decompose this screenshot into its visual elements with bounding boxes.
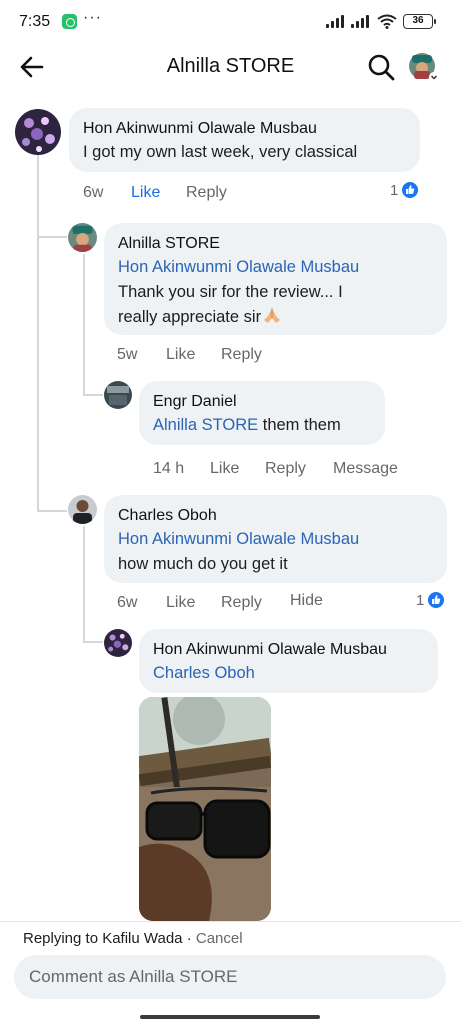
like-reaction-icon [427,591,445,609]
reply-button[interactable]: Reply [221,346,262,364]
whatsapp-icon [62,14,77,29]
thread-line-branch [37,510,67,512]
avatar[interactable] [104,629,132,657]
avatar[interactable] [68,223,97,252]
cancel-reply-button[interactable]: Cancel [196,930,243,947]
thread-line [83,254,85,394]
wifi-icon [377,14,397,29]
profile-avatar-button[interactable] [408,51,440,83]
thread-line-branch [37,236,67,238]
thread-line-branch [83,394,103,396]
comment-time: 6w [83,184,104,201]
home-indicator[interactable] [140,1015,320,1019]
mention-link[interactable]: Hon Akinwunmi Olawale Musbau [118,527,433,552]
comment-input[interactable] [14,955,446,999]
like-button[interactable]: Like [131,184,160,202]
reply-button[interactable]: Reply [221,594,262,612]
signal-icon-2 [351,14,373,28]
comment-text-line2: really appreciate sir [118,305,433,330]
comment-actions: 6w Like Reply Hide [117,592,417,616]
comment-text: how much do you get it [118,555,288,573]
top-app-bar: Alnilla STORE [0,44,461,90]
status-time: 7:35 [19,13,51,30]
mention-link[interactable]: Hon Akinwunmi Olawale Musbau [118,255,433,280]
reaction-count[interactable]: 1 [390,181,422,202]
like-button[interactable]: Like [166,594,195,612]
thread-line [83,526,85,641]
status-more-indicator: ··· [83,9,102,26]
thread-line [37,154,39,512]
comment-time: 14 h [153,460,185,477]
hide-button[interactable]: Hide [290,592,323,610]
comment-bubble[interactable]: Alnilla STORE Hon Akinwunmi Olawale Musb… [104,223,447,335]
avatar[interactable] [15,109,61,155]
battery-icon: 36 [403,14,436,29]
comment-author[interactable]: Engr Daniel [153,391,371,413]
reply-button[interactable]: Reply [265,460,306,478]
comment-actions: 5w Like Reply [117,346,417,368]
comment-time: 5w [117,346,138,363]
comment-actions: 6w Like Reply [83,184,423,206]
comment-time: 6w [117,594,138,611]
avatar[interactable] [104,381,132,409]
comment-bubble[interactable]: Hon Akinwunmi Olawale Musbau I got my ow… [69,108,420,172]
replying-to-note: Replying to Kafilu Wada · Cancel [23,930,243,947]
avatar[interactable] [68,495,97,524]
search-button[interactable] [366,52,396,82]
thread-line-branch [83,641,103,643]
like-button[interactable]: Like [166,346,195,364]
comment-composer: Replying to Kafilu Wada · Cancel [0,921,461,1024]
comment-actions: 14 h Like Reply Message [153,460,423,482]
comment-bubble[interactable]: Charles Oboh Hon Akinwunmi Olawale Musba… [104,495,447,583]
reply-button[interactable]: Reply [186,184,227,202]
comment-author[interactable]: Charles Oboh [118,505,433,527]
signal-icon [326,14,348,28]
status-bar: 7:35 ··· 36 [0,0,461,44]
folded-hands-emoji [264,308,281,323]
message-button[interactable]: Message [333,460,398,478]
comment-photo-attachment[interactable] [139,697,271,921]
comment-text: I got my own last week, very classical [83,143,358,161]
comment-bubble[interactable]: Engr Daniel Alnilla STORE them them [139,381,385,445]
comment-text: Alnilla STORE them them [153,416,341,434]
like-reaction-icon [401,181,419,199]
like-button[interactable]: Like [210,460,239,478]
comment-author[interactable]: Alnilla STORE [118,233,433,255]
reaction-count[interactable]: 1 [416,591,448,612]
comment-author[interactable]: Hon Akinwunmi Olawale Musbau [83,118,406,140]
comment-author[interactable]: Hon Akinwunmi Olawale Musbau [153,639,424,661]
mention-link[interactable]: Charles Oboh [153,661,424,686]
comment-bubble[interactable]: Hon Akinwunmi Olawale Musbau Charles Obo… [139,629,438,693]
comment-text: Thank you sir for the review... I [118,283,343,301]
mention-link[interactable]: Alnilla STORE [153,416,258,434]
